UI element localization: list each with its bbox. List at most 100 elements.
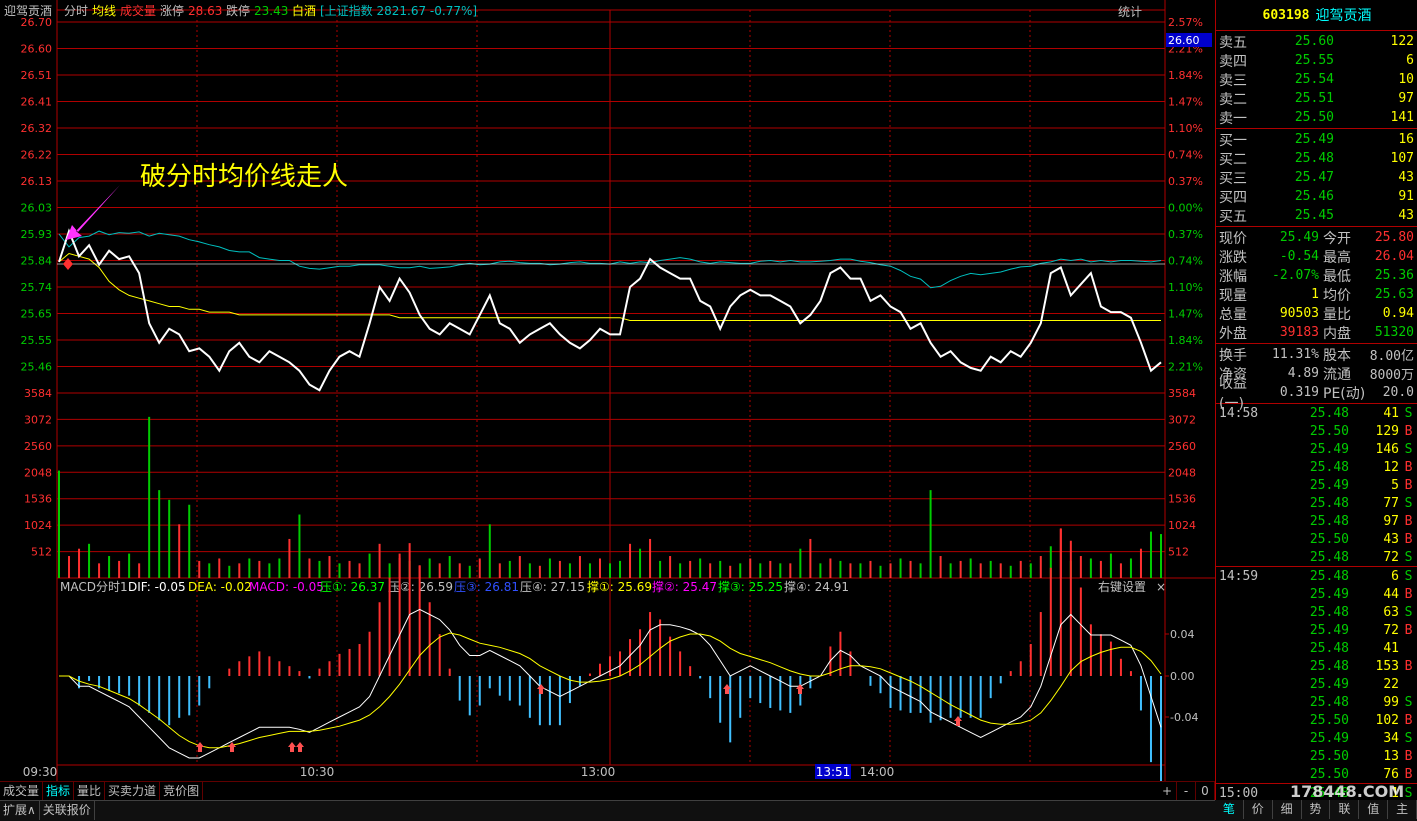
tab-buy-sell-force[interactable]: 买卖力道	[105, 782, 161, 800]
header-1: 分时	[64, 4, 88, 18]
volume-tick-label-right: 2048	[1168, 466, 1196, 479]
panel-tab[interactable]: 主	[1388, 800, 1417, 819]
ask-row[interactable]: 卖二 25.51 97	[1216, 89, 1417, 108]
percent-tick-label: 1.84%	[1168, 334, 1203, 347]
bid-row[interactable]: 买一 25.49 16	[1216, 130, 1417, 149]
tick-row[interactable]: 25.50 43 B	[1216, 530, 1417, 548]
tick-direction: B	[1404, 423, 1413, 439]
tick-price: 25.48	[1309, 513, 1349, 529]
macd-header-item: 撑④: 24.91	[784, 579, 849, 594]
macd-header-item: MACD分时1	[60, 580, 128, 594]
indicator-tabs: 成交量 指标 量比 买卖力道 竞价图 + - 0	[0, 781, 1215, 801]
stat-row: 现量 1 均价 25.63	[1216, 285, 1417, 304]
ask-row[interactable]: 卖五 25.60 122	[1216, 32, 1417, 51]
panel-tab[interactable]: 笔	[1215, 800, 1244, 819]
tab-volume[interactable]: 成交量	[0, 782, 44, 800]
stat-label: PE(动)	[1323, 385, 1366, 402]
tick-row[interactable]: 25.48 41	[1216, 639, 1417, 657]
order-label: 卖五	[1219, 34, 1247, 51]
tick-row[interactable]: 25.49 5 B	[1216, 476, 1417, 494]
bid-book: 买一 25.49 16 买二 25.48 107 买三 25.47 43 买四 25.46 91 买五 2…	[1216, 129, 1417, 227]
tick-price: 25.50	[1309, 423, 1349, 439]
macd-signal-arrow	[537, 684, 545, 694]
ask-row[interactable]: 卖三 25.54 10	[1216, 70, 1417, 89]
bid-row[interactable]: 买二 25.48 107	[1216, 149, 1417, 168]
volume-tick-label: 2560	[24, 440, 52, 453]
order-volume: 122	[1390, 34, 1414, 49]
tick-row[interactable]: 25.48 63 S	[1216, 603, 1417, 621]
tick-volume: 13	[1383, 748, 1399, 764]
ask-row[interactable]: 卖一 25.50 141	[1216, 108, 1417, 127]
stat-value: 1	[1311, 287, 1319, 302]
tick-row[interactable]: 25.50 129 B	[1216, 422, 1417, 440]
chart-canvas[interactable]: 26.70 2.57%26.60 2.21%26.51 1.84%26.41 1.47%…	[0, 0, 1215, 781]
panel-tab[interactable]: 价	[1244, 800, 1273, 819]
tick-direction: B	[1404, 766, 1413, 782]
tick-volume: 97	[1383, 513, 1399, 529]
stat-label: 股本	[1323, 347, 1351, 364]
time-tick-label: 10:30	[300, 765, 335, 779]
macd-header-item: DIF: -0.05	[128, 580, 186, 594]
bid-row[interactable]: 买四 25.46 91	[1216, 187, 1417, 206]
tick-row[interactable]: 25.49 22	[1216, 675, 1417, 693]
related-quotes-button[interactable]: 关联报价	[40, 801, 95, 820]
reset-button[interactable]: 0	[1196, 782, 1215, 800]
volume-tick-label: 3584	[24, 387, 52, 400]
tick-direction: B	[1404, 658, 1413, 674]
tick-row[interactable]: 25.49 34 S	[1216, 729, 1417, 747]
macd-header-item: MACD: -0.05	[249, 580, 324, 594]
tick-direction: S	[1404, 441, 1413, 457]
tick-row[interactable]: 25.50 76 B	[1216, 765, 1417, 783]
stat-row: 总量 90503 量比 0.94	[1216, 304, 1417, 323]
panel-tab[interactable]: 值	[1359, 800, 1389, 819]
price-tick-label: 26.22	[21, 149, 53, 162]
header-6: 跌停	[226, 3, 250, 18]
tick-time: 14:58	[1219, 405, 1259, 421]
price-tick-label: 25.74	[21, 281, 53, 294]
tab-indicator[interactable]: 指标	[43, 782, 75, 800]
tab-volume-ratio[interactable]: 量比	[74, 782, 106, 800]
zoom-out-button[interactable]: -	[1177, 782, 1196, 800]
order-volume: 91	[1398, 189, 1414, 204]
tick-row[interactable]: 14:58 25.48 41 S	[1216, 404, 1417, 422]
tick-row[interactable]: 25.49 72 B	[1216, 621, 1417, 639]
percent-tick-label: 0.74%	[1168, 149, 1203, 162]
tick-row[interactable]: 25.48 72 S	[1216, 548, 1417, 566]
stat-value: 11.31%	[1272, 347, 1319, 362]
tick-direction: B	[1404, 748, 1413, 764]
expand-button[interactable]: 扩展∧	[0, 801, 40, 820]
percent-tick-label: 0.37%	[1168, 228, 1203, 241]
tick-direction: S	[1404, 604, 1413, 620]
tick-price: 25.48	[1309, 405, 1349, 421]
tick-time: 15:00	[1219, 785, 1259, 801]
bid-row[interactable]: 买五 25.45 43	[1216, 206, 1417, 225]
ask-row[interactable]: 卖四 25.55 6	[1216, 51, 1417, 70]
tick-volume: 22	[1383, 676, 1399, 692]
panel-tab[interactable]: 势	[1302, 800, 1331, 819]
tick-row[interactable]: 25.48 77 S	[1216, 494, 1417, 512]
stat-value: 4.89	[1287, 366, 1319, 381]
tab-auction[interactable]: 竞价图	[160, 782, 204, 800]
percent-tick-label: 1.10%	[1168, 281, 1203, 294]
tick-list[interactable]: 14:58 25.48 41 S 25.50 129 B 25.49 146 S 25.48 12 B 2…	[1216, 404, 1417, 802]
tick-row[interactable]: 25.50 13 B	[1216, 747, 1417, 765]
tick-row[interactable]: 25.48 99 S	[1216, 693, 1417, 711]
tick-row[interactable]: 25.50 102 B	[1216, 711, 1417, 729]
intraday-chart[interactable]: 26.70 2.57% 26.60 2.21% 26.51 1.84% 26.41 1.47%…	[0, 0, 1215, 800]
panel-tab[interactable]: 联	[1330, 800, 1360, 819]
tick-price: 25.50	[1309, 712, 1349, 728]
panel-tab[interactable]: 细	[1273, 800, 1302, 819]
zoom-in-button[interactable]: +	[1158, 782, 1177, 800]
tick-row[interactable]: 14:59 25.48 6 S	[1216, 567, 1417, 585]
tick-row[interactable]: 25.49 146 S	[1216, 440, 1417, 458]
stat-value: 25.49	[1279, 230, 1319, 245]
tick-row[interactable]: 25.48 153 B	[1216, 657, 1417, 675]
order-volume: 10	[1398, 72, 1414, 87]
tick-row[interactable]: 25.49 44 B	[1216, 585, 1417, 603]
order-volume: 43	[1398, 208, 1414, 223]
tick-row[interactable]: 25.48 12 B	[1216, 458, 1417, 476]
bid-row[interactable]: 买三 25.47 43	[1216, 168, 1417, 187]
tick-price: 25.50	[1309, 766, 1349, 782]
tick-row[interactable]: 25.48 97 B	[1216, 512, 1417, 530]
volume-tick-label-right: 1024	[1168, 519, 1196, 532]
